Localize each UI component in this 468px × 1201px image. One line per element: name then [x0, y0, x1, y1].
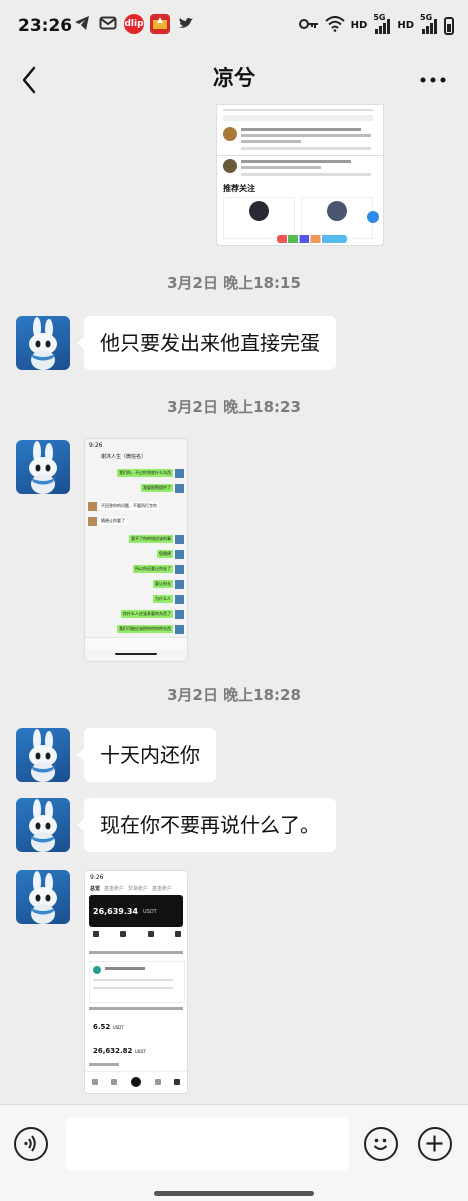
status-time: 23:26	[18, 16, 73, 36]
voice-button[interactable]	[14, 1127, 48, 1161]
telegram-icon	[72, 14, 92, 34]
emoji-button[interactable]	[364, 1127, 398, 1161]
image-message-1[interactable]: 推荐关注	[216, 104, 384, 246]
img2-chat-line: 要让你去	[153, 580, 173, 588]
chat-header: 凉兮	[0, 56, 468, 104]
img2-chat-line: 我们可能应该把你的你的东西	[117, 625, 173, 633]
timestamp-1: 3月2日 晚上18:15	[167, 274, 301, 292]
plus-button[interactable]	[418, 1127, 452, 1161]
timestamp-3: 3月2日 晚上18:28	[167, 686, 301, 704]
text-message-2[interactable]: 十天内还你	[77, 728, 216, 782]
home-indicator[interactable]	[154, 1191, 314, 1196]
img3-time: 9:26	[90, 874, 104, 881]
img2-avatar-mini	[175, 535, 184, 544]
img3-tab-3: 基金账户	[152, 886, 173, 892]
avatar[interactable]	[16, 870, 70, 924]
signal-icon-1: 5G	[373, 13, 391, 35]
hd-label-2: HD	[397, 20, 414, 31]
app-icon-dlip: dlip	[124, 14, 144, 34]
img2-avatar-mini	[175, 595, 184, 604]
img2-avatar-mini	[175, 610, 184, 619]
message-input[interactable]	[66, 1117, 349, 1171]
img2-title: 谢沐人生（微信名）	[101, 454, 147, 460]
img2-avatar-mini	[175, 550, 184, 559]
signal-icon-2: 5G	[420, 13, 438, 35]
image-message-3[interactable]: 9:26 总览 基金账户 交易账户 基金账户 26,639.34 USDT 6.…	[84, 870, 188, 1094]
avatar[interactable]	[16, 316, 70, 370]
system-status: HD 5G HD 5G	[298, 13, 454, 35]
img2-avatar-mini	[175, 484, 184, 493]
img2-chat-line: 你什么人应该多要的东西了	[121, 610, 173, 618]
dlip-label: dlip	[124, 19, 144, 29]
chat-area[interactable]: 推荐关注 3月2日 晚上18:15 他只要发出来他直接完蛋 3月2日 晚上18:…	[0, 104, 468, 1104]
img2-avatar-mini	[175, 580, 184, 589]
img2-time: 9:26	[89, 442, 103, 449]
img3-balance-unit: USDT	[143, 909, 157, 915]
avatar[interactable]	[16, 440, 70, 494]
text-message-1[interactable]: 他只要发出来他直接完蛋	[77, 316, 336, 370]
img2-chat-line: 您随便	[157, 550, 173, 558]
img3-tab-1: 基金账户	[104, 886, 125, 892]
img2-avatar-mini	[175, 469, 184, 478]
chat-title: 凉兮	[213, 66, 255, 90]
sig2-label: 5G	[420, 12, 433, 22]
mail-icon	[98, 14, 118, 34]
app-icon-red	[150, 14, 170, 34]
sig1-label: 5G	[373, 12, 386, 22]
img2-avatar-mini	[88, 502, 97, 511]
avatar[interactable]	[16, 728, 70, 782]
input-bar	[0, 1104, 468, 1201]
img2-chat-line: 不回答你的问题，不要再打字的	[99, 502, 159, 510]
img2-avatar-mini	[175, 625, 184, 634]
image-message-2[interactable]: 9:26 谢沐人生（微信名） 我们你，不过你到底什么东西我要报警提供了不回答你的…	[84, 438, 188, 662]
img3-value2: 26,632.82 USDT	[93, 1047, 146, 1055]
img2-chat-line: 所以你还要让你去了	[133, 565, 173, 573]
recommend-label: 推荐关注	[223, 184, 255, 193]
wifi-icon	[324, 16, 345, 35]
img2-chat-line: 我不了你的钱应该的事	[129, 535, 173, 543]
text-message-3[interactable]: 现在你不要再说什么了。	[77, 798, 336, 852]
img3-value1: 6.52 USDT	[93, 1023, 124, 1031]
notification-icons: dlip	[72, 14, 196, 34]
timestamp-2: 3月2日 晚上18:23	[167, 398, 301, 416]
img2-chat-line: 随便让你要了	[99, 517, 127, 525]
img2-chat-line: 我要报警提供了	[141, 484, 173, 492]
img3-balance: 26,639.34	[93, 907, 139, 916]
img2-avatar-mini	[175, 565, 184, 574]
img2-chat-line: 我们你，不过你到底什么东西	[117, 469, 173, 477]
img3-tab-0: 总览	[90, 886, 101, 892]
twitter-icon	[176, 14, 196, 34]
battery-icon	[444, 16, 454, 35]
avatar[interactable]	[16, 798, 70, 852]
hd-label-1: HD	[350, 20, 368, 31]
more-options-button[interactable]	[418, 60, 448, 102]
img3-tab-2: 交易账户	[128, 886, 149, 892]
status-bar: 23:26 dlip HD 5G HD 5G	[0, 0, 468, 56]
img2-avatar-mini	[88, 517, 97, 526]
img2-chat-line: 为什么人	[153, 595, 173, 603]
key-icon	[298, 17, 319, 34]
